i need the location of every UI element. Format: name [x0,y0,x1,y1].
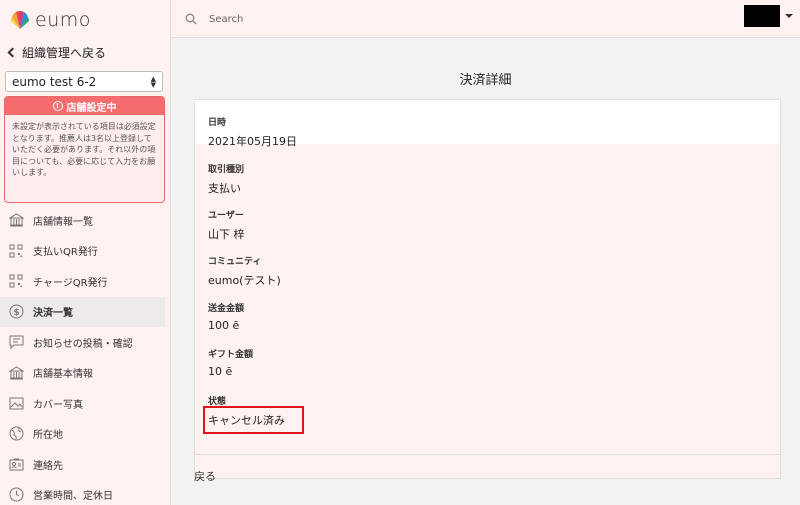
avatar[interactable] [744,5,780,27]
eumo-logo-icon [11,11,29,29]
sidebar-item-label: 決済一覧 [33,308,73,320]
sidebar-item-contact[interactable]: 連絡先 [0,449,170,480]
building-icon [8,212,24,228]
alert-body: 未設定が表示されている項目は必須設定となります。推薦人は3名以上登録していただく… [12,122,156,177]
field-user: ユーザー 山下 梓 [208,208,245,242]
sidebar-item-payment-qr[interactable]: 支払いQR発行 [0,236,170,267]
search-icon [185,13,197,25]
divider [194,454,781,455]
sidebar-item-label: カバー写真 [33,399,83,411]
sidebar-item-label: お知らせの投稿・確認 [33,338,133,350]
sidebar-item-store-list[interactable]: 店舗情報一覧 [0,205,170,236]
sidebar-item-payments[interactable]: $ 決済一覧 [0,296,165,327]
field-value: 100 ē [208,319,240,332]
contact-card-icon [8,456,24,472]
image-icon [8,395,24,411]
qr-code-icon [8,243,24,259]
status-highlight-box [203,406,304,434]
top-bar [171,0,800,38]
field-datetime: 日時 2021年05月19日 [208,115,297,149]
qr-code-icon [8,273,24,289]
building-icon [8,365,24,381]
sidebar-item-label: 店舗基本情報 [33,369,93,381]
sidebar-item-store-basic-info[interactable]: 店舗基本情報 [0,358,170,389]
field-value: 山下 梓 [208,228,245,241]
main-content: 決済詳細 日時 2021年05月19日 取引種別 支払い ユーザー 山下 梓 コ… [171,39,800,505]
field-label: コミュニティ [208,257,262,267]
sidebar-menu: 店舗情報一覧 支払いQR発行 チャージQR発行 $ 決済一覧 お知らせの投稿・確… [0,205,170,505]
back-button[interactable]: 戻る [194,468,216,484]
svg-text:$: $ [13,308,19,318]
field-send-amount: 送金金額 100 ē [208,301,244,332]
alert-header: ! 店舗設定中 [5,97,164,115]
field-value: eumo(テスト) [208,274,281,287]
payment-detail-card: 日時 2021年05月19日 取引種別 支払い ユーザー 山下 梓 コミュニティ… [194,99,781,479]
clock-icon [8,487,24,503]
sidebar-item-business-hours[interactable]: 営業時間、定休日 [0,480,170,505]
sidebar-item-label: 店舗情報一覧 [33,216,93,228]
brand-name: eumo [35,9,91,31]
field-label: 取引種別 [208,165,245,175]
page-title: 決済詳細 [459,73,512,88]
field-value: 2021年05月19日 [208,135,297,148]
select-arrows-icon: ▲ ▼ [150,74,156,89]
alert-title: 店舗設定中 [66,102,117,114]
sidebar-item-cover-photo[interactable]: カバー写真 [0,388,170,419]
sidebar-item-label: 支払いQR発行 [33,247,98,259]
chevron-left-icon [7,47,18,58]
message-icon [8,334,24,350]
field-value: 10 ē [208,365,233,378]
caret-down-icon[interactable] [785,14,793,18]
store-select-value: eumo test 6-2 [12,74,97,89]
field-gift-amount: ギフト金額 10 ē [208,347,253,378]
field-label: ユーザー [208,211,244,221]
store-select[interactable]: eumo test 6-2 ▲ ▼ [5,71,163,92]
brand-logo[interactable]: eumo [9,9,91,31]
search-input[interactable] [209,10,509,28]
field-transaction-type: 取引種別 支払い [208,162,244,196]
sidebar-item-label: 連絡先 [33,460,63,472]
store-setup-alert: ! 店舗設定中 未設定が表示されている項目は必須設定となります。推薦人は3名以上… [4,96,165,203]
sidebar-item-location[interactable]: 所在地 [0,419,170,450]
field-label: ギフト金額 [208,350,254,360]
sidebar-item-label: 所在地 [33,430,63,442]
sidebar-item-notices[interactable]: お知らせの投稿・確認 [0,327,170,358]
globe-icon [8,426,24,442]
sidebar-item-label: チャージQR発行 [33,277,108,289]
info-icon: ! [52,101,63,111]
sidebar-item-charge-qr[interactable]: チャージQR発行 [0,266,170,297]
sidebar-item-label: 営業時間、定休日 [33,491,113,503]
back-to-organization-label: 組織管理へ戻る [22,46,107,60]
back-to-organization-link[interactable]: 組織管理へ戻る [6,44,106,61]
sidebar: eumo 組織管理へ戻る eumo test 6-2 ▲ ▼ ! 店舗設定中 未設… [0,0,171,505]
dollar-icon: $ [8,304,24,320]
field-community: コミュニティ eumo(テスト) [208,254,281,288]
field-label: 送金金額 [208,304,245,314]
field-label: 日時 [208,118,227,128]
field-value: 支払い [208,182,241,195]
